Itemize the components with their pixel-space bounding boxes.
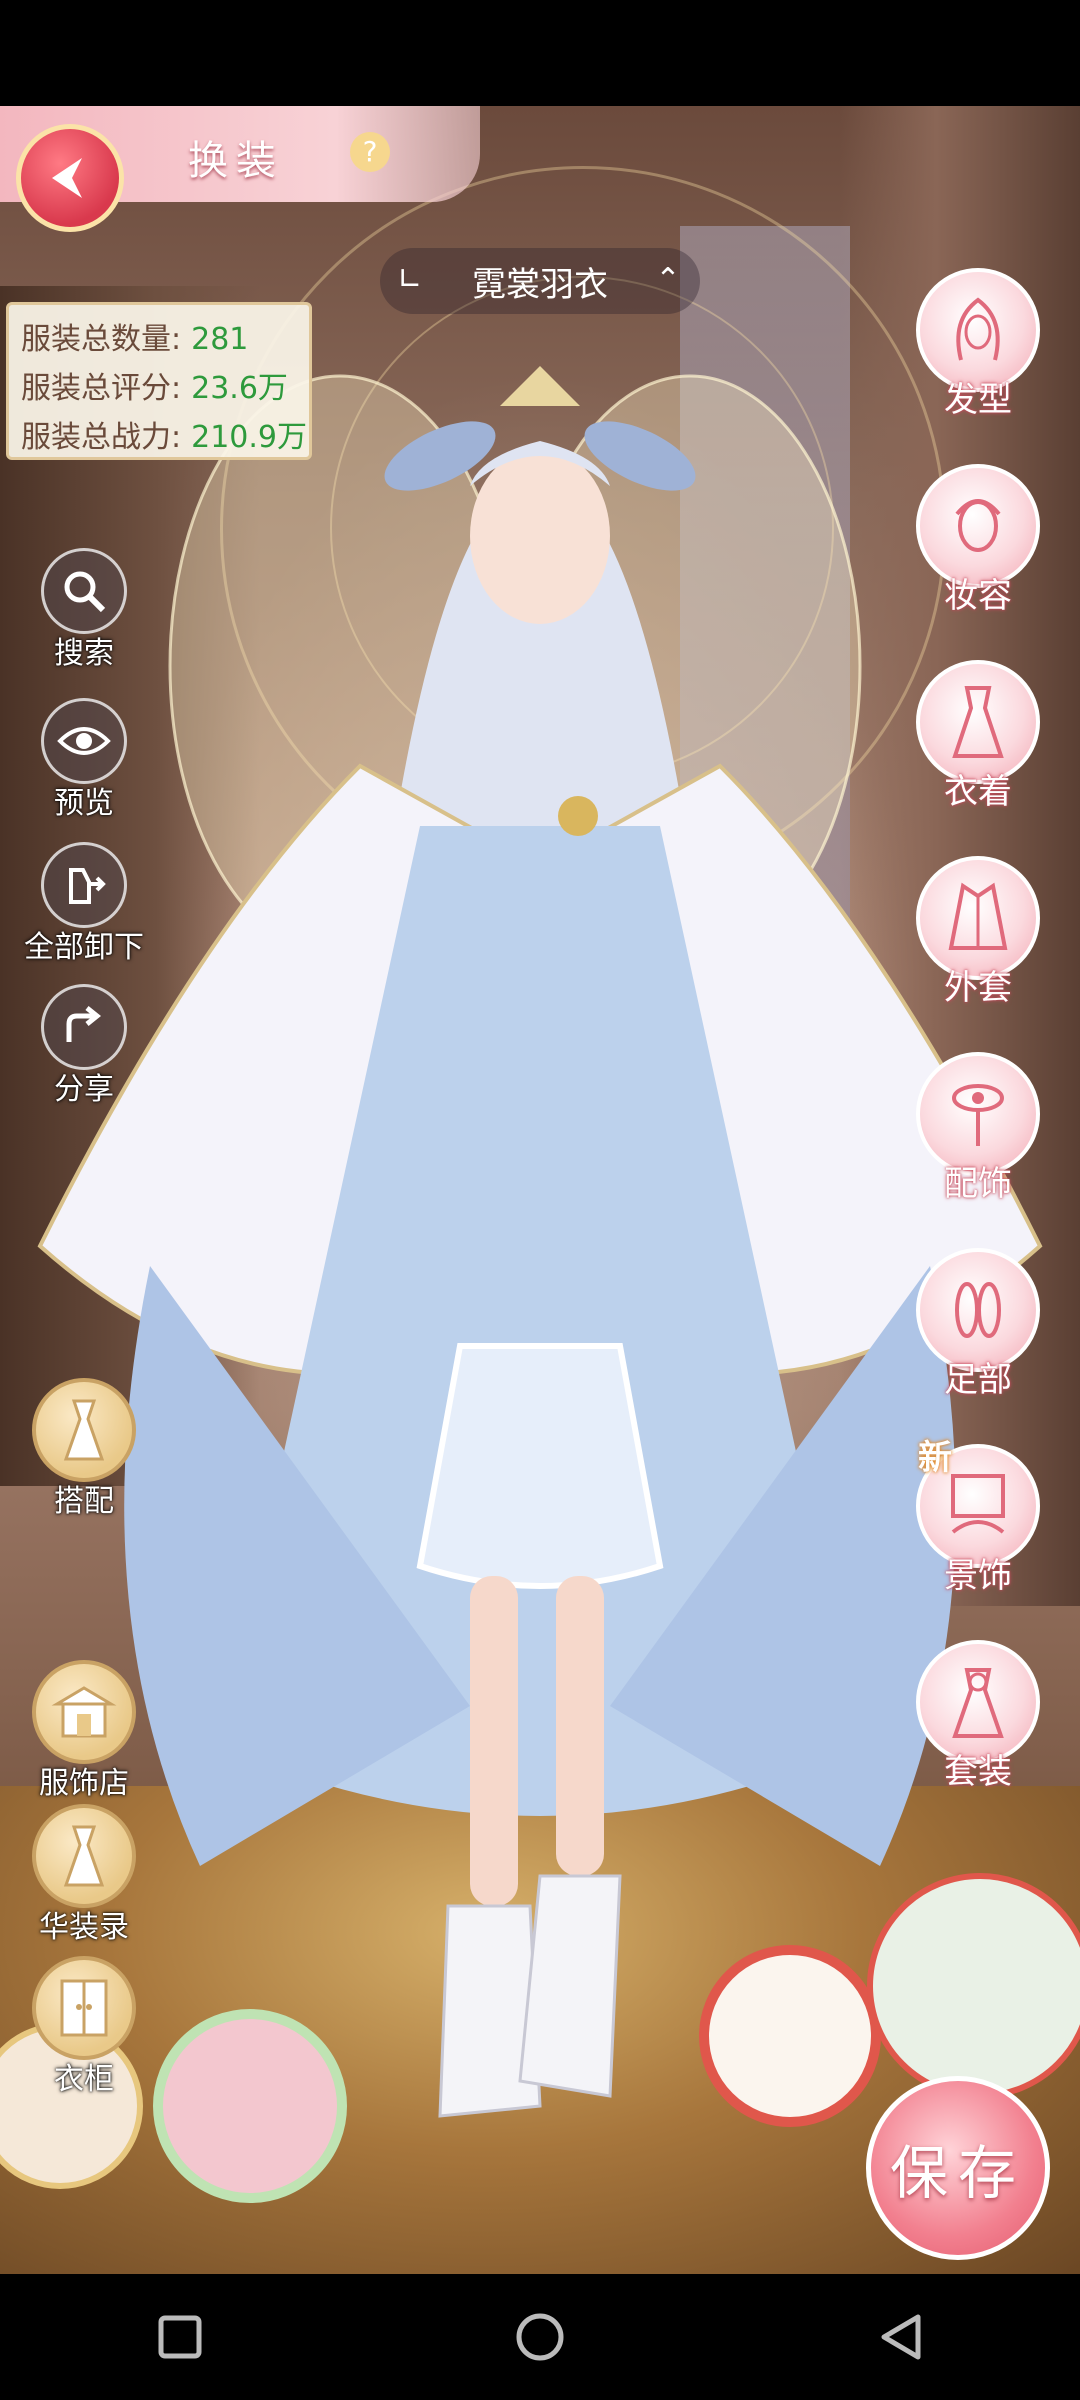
wardrobe-stats-panel: 服装总数量: 281 服装总评分: 23.6万 服装总战力: 210.9万 xyxy=(6,302,312,460)
square-icon xyxy=(158,2315,202,2359)
shop-icon xyxy=(32,1660,136,1764)
share-label: 分享 xyxy=(54,1072,114,1107)
search-label: 搜索 xyxy=(54,636,114,671)
edit-name-icon[interactable]: ∟ xyxy=(392,262,428,298)
wardrobe-label: 衣柜 xyxy=(54,2062,114,2097)
collection-button[interactable]: 华装录 xyxy=(14,1804,154,1946)
collection-icon xyxy=(32,1804,136,1908)
stat-count: 服装总数量: 281 xyxy=(21,315,297,364)
stat-power: 服装总战力: 210.9万 xyxy=(21,413,307,462)
category-coat[interactable]: 外套 xyxy=(908,856,1048,1009)
category-label: 发型 xyxy=(944,380,1012,420)
stat-label: 服装总评分: xyxy=(21,371,182,406)
help-button[interactable]: ? xyxy=(350,132,390,172)
outfit-name: 霓裳羽衣 xyxy=(472,264,608,305)
category-label: 衣着 xyxy=(944,772,1012,812)
stat-label: 服装总战力: xyxy=(21,420,182,455)
category-hair[interactable]: 发型 xyxy=(908,268,1048,421)
category-label: 景饰 xyxy=(944,1556,1012,1596)
home-button[interactable] xyxy=(480,2292,600,2382)
stat-value: 23.6万 xyxy=(191,371,288,406)
shop-label: 服饰店 xyxy=(39,1766,129,1801)
shop-button[interactable]: 服饰店 xyxy=(14,1660,154,1802)
back-arrow-icon xyxy=(52,158,82,198)
match-button[interactable]: 搭配 xyxy=(14,1378,154,1520)
category-clothing[interactable]: 衣着 xyxy=(908,660,1048,813)
new-badge: 新 xyxy=(918,1438,952,1478)
status-bar xyxy=(0,0,1080,106)
stat-value: 281 xyxy=(191,322,249,357)
category-accessory[interactable]: 配饰 xyxy=(908,1052,1048,1205)
search-button[interactable]: 搜索 xyxy=(14,548,154,672)
recents-button[interactable] xyxy=(120,2292,240,2382)
collapse-icon[interactable]: ⌃ xyxy=(650,262,686,298)
undress-icon xyxy=(41,842,127,928)
collection-label: 华装录 xyxy=(39,1910,129,1945)
page-title: 换装 xyxy=(188,138,284,184)
category-label: 妆容 xyxy=(944,576,1012,616)
eye-icon xyxy=(41,698,127,784)
wardrobe-button[interactable]: 衣柜 xyxy=(14,1956,154,2098)
category-label: 配饰 xyxy=(944,1164,1012,1204)
circle-icon xyxy=(516,2313,564,2361)
system-nav-bar xyxy=(0,2274,1080,2400)
save-button[interactable]: 保存 xyxy=(866,2076,1050,2260)
wardrobe-icon xyxy=(32,1956,136,2060)
category-label: 足部 xyxy=(944,1360,1012,1400)
stat-value: 210.9万 xyxy=(191,420,307,455)
back-button[interactable] xyxy=(16,124,124,232)
share-icon xyxy=(41,984,127,1070)
category-suit[interactable]: 套装 xyxy=(908,1640,1048,1793)
stat-label: 服装总数量: xyxy=(21,322,182,357)
category-shoes[interactable]: 足部 xyxy=(908,1248,1048,1401)
undress-all-label: 全部卸下 xyxy=(24,930,144,965)
category-label: 外套 xyxy=(944,968,1012,1008)
save-label: 保存 xyxy=(889,2139,1026,2207)
share-button[interactable]: 分享 xyxy=(14,984,154,1108)
back-nav-button[interactable] xyxy=(840,2292,960,2382)
stat-score: 服装总评分: 23.6万 xyxy=(21,364,297,413)
undress-all-button[interactable]: 全部卸下 xyxy=(14,842,154,966)
preview-button[interactable]: 预览 xyxy=(14,698,154,822)
outfit-match-icon xyxy=(32,1378,136,1482)
outfit-name-bar[interactable]: ∟ 霓裳羽衣 ⌃ xyxy=(380,248,700,314)
search-icon xyxy=(41,548,127,634)
category-label: 套装 xyxy=(944,1752,1012,1792)
triangle-back-icon xyxy=(881,2314,921,2360)
category-makeup[interactable]: 妆容 xyxy=(908,464,1048,617)
preview-label: 预览 xyxy=(54,786,114,821)
match-label: 搭配 xyxy=(54,1484,114,1519)
